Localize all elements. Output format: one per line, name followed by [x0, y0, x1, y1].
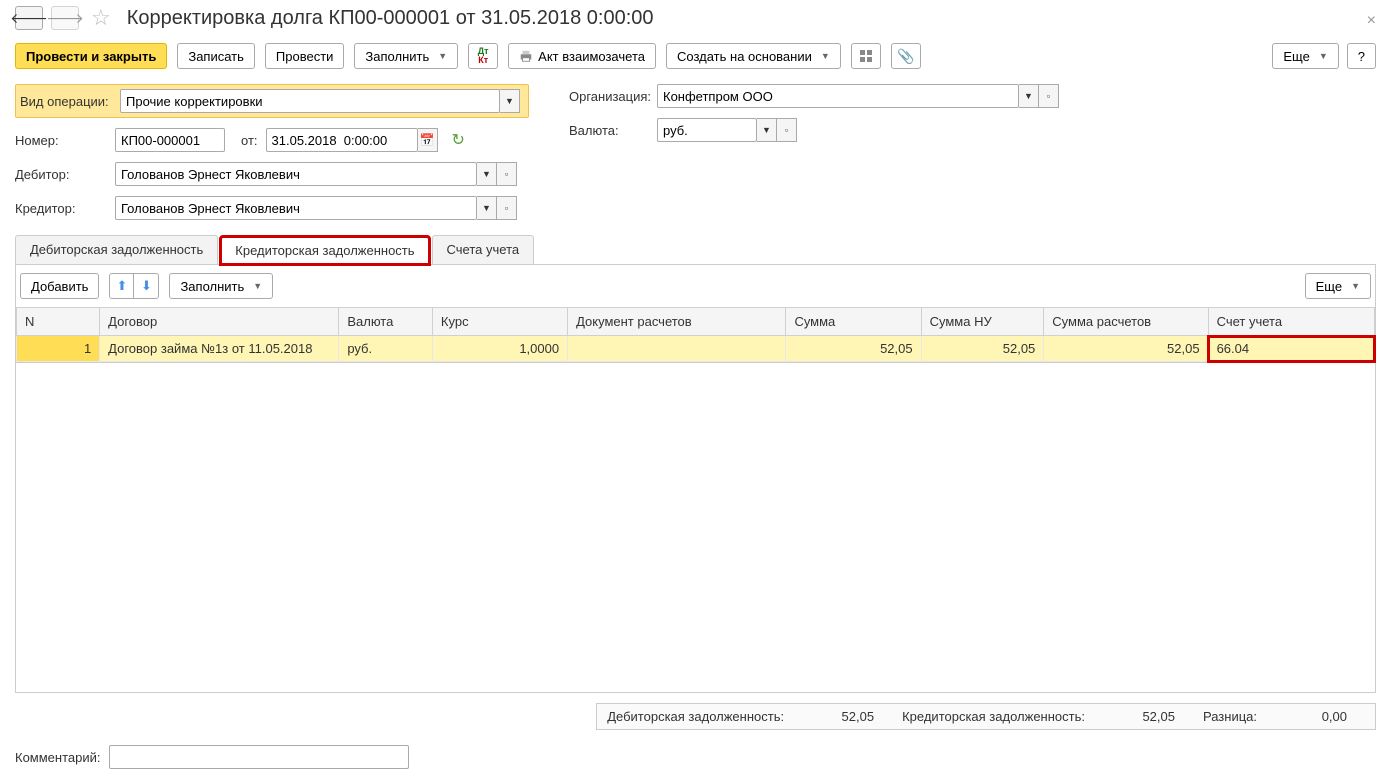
number-label: Номер:	[15, 133, 107, 148]
number-input[interactable]	[115, 128, 225, 152]
creditor-open[interactable]: ▫	[497, 196, 517, 220]
currency-label: Валюта:	[569, 123, 649, 138]
clip-icon: 📎	[897, 48, 914, 65]
date-label: от:	[241, 133, 258, 148]
cell-account[interactable]: 66.04	[1208, 336, 1374, 362]
dt-kt-button[interactable]: ДтКт	[468, 43, 498, 69]
create-based-button[interactable]: Создать на основании▼	[666, 43, 841, 69]
operation-type-dropdown[interactable]: ▼	[500, 89, 520, 113]
debtor-dropdown[interactable]: ▼	[477, 162, 497, 186]
fill-table-button[interactable]: Заполнить▼	[169, 273, 273, 299]
cell-sum[interactable]: 52,05	[786, 336, 921, 362]
close-window-icon[interactable]: ×	[1367, 12, 1376, 30]
col-header-sum-nu[interactable]: Сумма НУ	[921, 308, 1044, 336]
main-toolbar: Провести и закрыть Записать Провести Зап…	[15, 43, 1376, 69]
org-dropdown[interactable]: ▼	[1019, 84, 1039, 108]
creditor-label: Кредитор:	[15, 201, 107, 216]
comment-input[interactable]	[109, 745, 409, 769]
tab-payables[interactable]: Кредиторская задолженность	[220, 236, 429, 265]
summary-payables-label: Кредиторская задолженность:	[902, 709, 1085, 724]
favorite-star-icon[interactable]: ☆	[91, 5, 111, 31]
col-header-sum[interactable]: Сумма	[786, 308, 921, 336]
move-up-button[interactable]: ⬆	[110, 274, 134, 298]
summary-diff-value: 0,00	[1287, 709, 1347, 724]
col-header-doc[interactable]: Документ расчетов	[568, 308, 786, 336]
col-header-account[interactable]: Счет учета	[1208, 308, 1374, 336]
save-button[interactable]: Записать	[177, 43, 255, 69]
summary-receivables-value: 52,05	[814, 709, 874, 724]
currency-input[interactable]	[657, 118, 757, 142]
debtor-open[interactable]: ▫	[497, 162, 517, 186]
cell-contract[interactable]: Договор займа №1з от 11.05.2018	[100, 336, 339, 362]
debtor-label: Дебитор:	[15, 167, 107, 182]
window-title: Корректировка долга КП00-000001 от 31.05…	[127, 7, 654, 30]
summary-receivables-label: Дебиторская задолженность:	[607, 709, 784, 724]
back-button[interactable]: 🡐	[15, 6, 43, 30]
col-header-currency[interactable]: Валюта	[339, 308, 433, 336]
summary-payables-value: 52,05	[1115, 709, 1175, 724]
table-more-button[interactable]: Еще▼	[1305, 273, 1371, 299]
more-button[interactable]: Еще▼	[1272, 43, 1338, 69]
table-row[interactable]: 1 Договор займа №1з от 11.05.2018 руб. 1…	[17, 336, 1375, 362]
operation-type-label: Вид операции:	[20, 94, 112, 109]
attach-button[interactable]: 📎	[891, 43, 921, 69]
print-icon	[519, 49, 533, 63]
cell-sum-calc[interactable]: 52,05	[1044, 336, 1208, 362]
move-down-button[interactable]: ⬇	[134, 274, 158, 298]
fill-button[interactable]: Заполнить▼	[354, 43, 458, 69]
calendar-button[interactable]: 📅	[418, 128, 438, 152]
org-input[interactable]	[657, 84, 1019, 108]
table-toolbar: Добавить ⬆ ⬇ Заполнить▼ Еще▼	[15, 265, 1376, 307]
table-empty-area[interactable]	[15, 363, 1376, 693]
cell-rate[interactable]: 1,0000	[432, 336, 567, 362]
post-and-close-button[interactable]: Провести и закрыть	[15, 43, 167, 69]
debtor-input[interactable]	[115, 162, 477, 186]
cell-doc[interactable]	[568, 336, 786, 362]
offset-act-button[interactable]: Акт взаимозачета	[508, 43, 656, 69]
post-button[interactable]: Провести	[265, 43, 345, 69]
cell-n[interactable]: 1	[17, 336, 100, 362]
col-header-rate[interactable]: Курс	[432, 308, 567, 336]
org-open[interactable]: ▫	[1039, 84, 1059, 108]
help-button[interactable]: ?	[1347, 43, 1376, 69]
col-header-contract[interactable]: Договор	[100, 308, 339, 336]
summary-bar: Дебиторская задолженность: 52,05 Кредито…	[15, 703, 1376, 730]
creditor-input[interactable]	[115, 196, 477, 220]
currency-dropdown[interactable]: ▼	[757, 118, 777, 142]
structure-button[interactable]	[851, 43, 881, 69]
payables-table: N Договор Валюта Курс Документ расчетов …	[16, 307, 1375, 362]
tab-accounts[interactable]: Счета учета	[432, 235, 535, 264]
date-input[interactable]	[266, 128, 418, 152]
refresh-arrow-icon[interactable]: ↻	[452, 130, 465, 150]
operation-type-input[interactable]	[120, 89, 500, 113]
org-label: Организация:	[569, 89, 649, 104]
creditor-dropdown[interactable]: ▼	[477, 196, 497, 220]
col-header-n[interactable]: N	[17, 308, 100, 336]
currency-open[interactable]: ▫	[777, 118, 797, 142]
tabs: Дебиторская задолженность Кредиторская з…	[15, 235, 1376, 265]
cell-sum-nu[interactable]: 52,05	[921, 336, 1044, 362]
comment-label: Комментарий:	[15, 750, 101, 765]
add-button[interactable]: Добавить	[20, 273, 99, 299]
col-header-sum-calc[interactable]: Сумма расчетов	[1044, 308, 1208, 336]
tab-receivables[interactable]: Дебиторская задолженность	[15, 235, 218, 264]
summary-diff-label: Разница:	[1203, 709, 1257, 724]
forward-button[interactable]: 🡒	[51, 6, 79, 30]
cell-currency[interactable]: руб.	[339, 336, 433, 362]
structure-icon	[859, 49, 873, 63]
